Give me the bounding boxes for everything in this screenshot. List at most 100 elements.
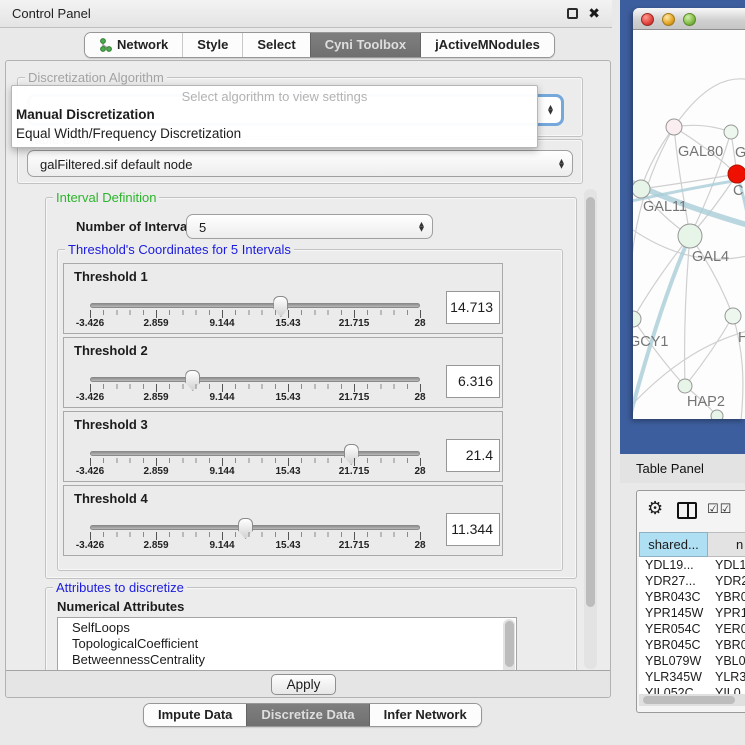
number-of-intervals-label: Number of Intervals xyxy=(76,214,198,239)
float-window-icon[interactable] xyxy=(567,8,578,19)
close-traffic-light-icon[interactable] xyxy=(641,13,654,26)
node-gal4[interactable] xyxy=(678,224,702,248)
attributes-list-scrollbar[interactable] xyxy=(503,619,515,670)
node-label: C xyxy=(733,183,743,199)
node-gal11[interactable] xyxy=(633,180,650,198)
checkbox-icons[interactable]: ☑☑ xyxy=(707,502,732,517)
table-row[interactable]: YPR145WYPR1 xyxy=(639,605,745,621)
dropdown-prompt-item[interactable]: Select algorithm to view settings xyxy=(12,86,537,105)
control-panel: Control Panel ✖ Network Style Select Cyn… xyxy=(0,0,612,745)
minimize-traffic-light-icon[interactable] xyxy=(662,13,675,26)
table-panel: ⚙ ☑☑ shared... n YDL19...YDL1 YDR27...YD… xyxy=(636,490,745,713)
table-panel-titlebar: Table Panel xyxy=(620,454,745,483)
number-of-intervals-combobox[interactable]: 5 ▲▼ xyxy=(186,214,433,239)
threshold-3-value-field[interactable]: 21.4 xyxy=(446,439,500,472)
apply-strip: Apply xyxy=(6,670,610,697)
list-item[interactable]: BetweennessCentrality xyxy=(58,652,516,668)
node-label: GA xyxy=(735,145,745,161)
node-gal80[interactable] xyxy=(666,119,682,135)
slider-tick-labels: -3.426 2.859 9.144 15.43 21.715 28 xyxy=(90,540,420,552)
table-header-row: shared... n xyxy=(639,532,745,557)
column-header-name[interactable]: n xyxy=(708,532,745,557)
table-horizontal-scrollbar[interactable] xyxy=(639,694,745,706)
table-row[interactable]: YDR27...YDR2 xyxy=(639,573,745,589)
node-label: GAL4 xyxy=(692,249,729,265)
tab-discretize-data[interactable]: Discretize Data xyxy=(246,704,369,726)
cyni-toolbox-panel: Discretization Algorithm ▲▼ Select algor… xyxy=(5,60,611,698)
combo-arrows-icon: ▲▼ xyxy=(548,105,553,115)
node-gcy1[interactable] xyxy=(633,311,641,327)
table-row[interactable]: YDL19...YDL1 xyxy=(639,557,745,573)
network-nodes[interactable] xyxy=(633,119,745,419)
tab-network-label: Network xyxy=(117,37,168,52)
table-row[interactable]: YBL079WYBL0 xyxy=(639,653,745,669)
table-row[interactable]: YBR045CYBR0 xyxy=(639,637,745,653)
node-top-right[interactable] xyxy=(724,125,738,139)
threshold-2-slider-track[interactable] xyxy=(90,377,420,382)
threshold-3-slider-track[interactable] xyxy=(90,451,420,456)
table-panel-body: ⚙ ☑☑ shared... n YDL19...YDL1 YDR27...YD… xyxy=(620,483,745,745)
threshold-4-label: Threshold 4 xyxy=(74,491,148,506)
threshold-1-slider-track[interactable] xyxy=(90,303,420,308)
dropdown-option-manual[interactable]: Manual Discretization xyxy=(12,105,537,124)
settings-viewport: Interval Definition Number of Intervals … xyxy=(13,188,589,670)
dropdown-option-equal-width[interactable]: Equal Width/Frequency Discretization xyxy=(12,124,537,143)
number-of-intervals-value: 5 xyxy=(199,215,206,240)
threshold-1-box: Threshold 1 -3.426 2.859 9.144 15.43 21.… xyxy=(63,263,503,334)
node-label: GCY1 xyxy=(633,334,669,350)
table-panel-title: Table Panel xyxy=(636,454,704,483)
threshold-2-box: Threshold 2 -3.426 2.859 9.144 15.43 21.… xyxy=(63,337,503,408)
tab-impute-data[interactable]: Impute Data xyxy=(144,704,246,726)
algorithm-dropdown-popup: Select algorithm to view settings Manual… xyxy=(11,85,538,148)
network-node-labels: GAL80 GA C GAL11 GAL4 GCY1 H HAP2 xyxy=(633,144,745,410)
tab-select[interactable]: Select xyxy=(242,33,309,57)
interval-definition-title: Interval Definition xyxy=(53,190,159,205)
tab-network[interactable]: Network xyxy=(85,33,182,57)
attributes-group-title: Attributes to discretize xyxy=(53,580,187,595)
threshold-4-slider-track[interactable] xyxy=(90,525,420,530)
close-icon[interactable]: ✖ xyxy=(588,0,600,28)
combo-arrows-icon: ▲▼ xyxy=(559,159,564,169)
threshold-4-value-field[interactable]: 11.344 xyxy=(446,513,500,546)
threshold-2-value-field[interactable]: 6.316 xyxy=(446,365,500,398)
threshold-4-box: Threshold 4 -3.426 2.859 9.144 15.43 21.… xyxy=(63,485,503,556)
node-label: GAL80 xyxy=(678,144,723,160)
column-header-shared-name[interactable]: shared... xyxy=(639,532,708,557)
threshold-1-value-field[interactable]: 14.713 xyxy=(446,291,500,324)
threshold-3-label: Threshold 3 xyxy=(74,417,148,432)
node-label: GAL11 xyxy=(643,199,687,215)
tab-cyni-toolbox[interactable]: Cyni Toolbox xyxy=(310,33,421,57)
slider-tick-labels: -3.426 2.859 9.144 15.43 21.715 28 xyxy=(90,318,420,330)
tab-infer-network[interactable]: Infer Network xyxy=(370,704,481,726)
node-label: HAP2 xyxy=(687,394,725,410)
numerical-attributes-list: SelfLoops TopologicalCoefficient Between… xyxy=(57,617,517,670)
node-hap2[interactable] xyxy=(678,379,692,393)
table-row[interactable]: YBR043CYBR0 xyxy=(639,589,745,605)
network-window-titlebar xyxy=(633,8,745,30)
table-row[interactable]: YIL052CYIL0 xyxy=(639,685,745,694)
network-canvas[interactable]: GAL80 GA C GAL11 GAL4 GCY1 H HAP2 xyxy=(633,30,745,419)
slider-major-ticks xyxy=(90,384,421,392)
zoom-traffic-light-icon[interactable] xyxy=(683,13,696,26)
network-view-window: GAL80 GA C GAL11 GAL4 GCY1 H HAP2 xyxy=(633,8,745,419)
top-tab-bar: Network Style Select Cyni Toolbox jActiv… xyxy=(84,32,555,58)
split-columns-icon[interactable] xyxy=(677,502,697,519)
settings-scrollbar[interactable] xyxy=(584,189,597,669)
control-panel-titlebar: Control Panel ✖ xyxy=(0,0,612,28)
bottom-tab-bar: Impute Data Discretize Data Infer Networ… xyxy=(143,703,482,727)
node-red[interactable] xyxy=(728,165,745,183)
table-row[interactable]: YER054CYER0 xyxy=(639,621,745,637)
tab-style[interactable]: Style xyxy=(182,33,242,57)
list-item[interactable]: SelfLoops xyxy=(58,618,516,636)
gear-icon[interactable]: ⚙ xyxy=(647,498,663,519)
node-bottom[interactable] xyxy=(711,410,723,419)
tab-jactivemnodules[interactable]: jActiveMNodules xyxy=(421,33,554,57)
table-data-combobox-value: galFiltered.sif default node xyxy=(40,151,192,178)
node-h[interactable] xyxy=(725,308,741,324)
table-data-combobox[interactable]: galFiltered.sif default node ▲▼ xyxy=(27,150,573,177)
apply-button[interactable]: Apply xyxy=(271,674,336,695)
table-row[interactable]: YLR345WYLR3 xyxy=(639,669,745,685)
list-item[interactable]: TopologicalCoefficient xyxy=(58,636,516,652)
network-icon xyxy=(99,36,112,58)
table-rows: YDL19...YDL1 YDR27...YDR2 YBR043CYBR0 YP… xyxy=(639,557,745,694)
